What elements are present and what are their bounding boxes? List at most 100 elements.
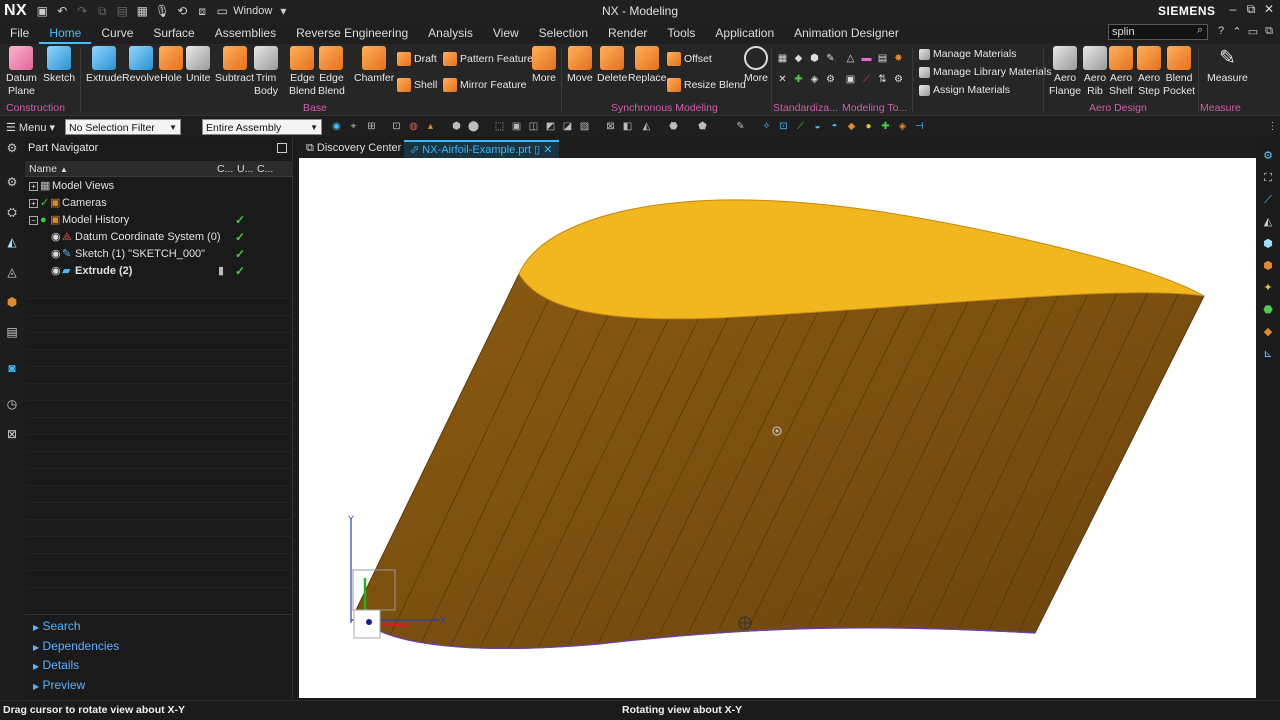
paste-icon[interactable]: ▤	[113, 2, 131, 20]
view-tool-icon[interactable]: ◫	[527, 120, 540, 133]
view-tool-icon[interactable]: ◩	[544, 120, 557, 133]
view-tool-icon[interactable]: ⬟	[696, 120, 709, 133]
tree-row-datum-csys[interactable]: ◉ ⟁ Datum Coordinate System (0) ✓	[25, 229, 293, 246]
tab-reverse-engineering[interactable]: Reverse Engineering	[286, 22, 418, 44]
tree-row-extrude[interactable]: ◉ ▰ Extrude (2) ▮ ✓	[25, 263, 293, 280]
modeling-tool-icon[interactable]: ▬	[861, 53, 872, 64]
selection-filter-dropdown[interactable]: No Selection Filter ▼	[65, 119, 181, 135]
collapse-ribbon-icon[interactable]: ⌃	[1230, 25, 1244, 39]
assembly-navigator-icon[interactable]: ⚙	[4, 174, 20, 190]
aero-flange-button[interactable]: Aero Flange	[1049, 46, 1081, 98]
sync-more-button[interactable]: More	[744, 46, 768, 85]
airfoil-model-view[interactable]: Y X	[299, 158, 1256, 698]
render-style-icon[interactable]: ⬢	[1260, 236, 1276, 252]
replace-face-button[interactable]: Replace	[628, 46, 667, 85]
view-tool-icon[interactable]: ▣	[510, 120, 523, 133]
material-view-icon[interactable]: ⬢	[1260, 258, 1276, 274]
part-navigator-icon[interactable]: ◭	[4, 234, 20, 250]
reuse-library-icon[interactable]: ◬	[4, 264, 20, 280]
modeling-tool-icon[interactable]: ✸	[893, 53, 904, 64]
view-tool-icon[interactable]: ⬣	[667, 120, 680, 133]
tab-surface[interactable]: Surface	[143, 22, 204, 44]
tree-row-sketch[interactable]: ◉ ✎ Sketch (1) "SKETCH_000" ✓	[25, 246, 293, 263]
window-icon[interactable]: ▭	[213, 2, 231, 20]
close-icon[interactable]: ✕	[1260, 2, 1278, 20]
undo-icon[interactable]: ↶	[53, 2, 71, 20]
snap-point-icon[interactable]: ✚	[879, 120, 892, 133]
offset-region-button[interactable]: Offset	[667, 52, 712, 66]
assign-materials-button[interactable]: Assign Materials	[919, 84, 1010, 96]
details-section[interactable]: ▶ Details	[33, 658, 79, 672]
hole-button[interactable]: Hole	[159, 46, 183, 85]
tree-row-model-views[interactable]: + ▦ Model Views	[25, 178, 293, 195]
move-face-button[interactable]: Move	[567, 46, 593, 85]
tab-curve[interactable]: Curve	[91, 22, 143, 44]
customize-quick-access-icon[interactable]: ▾	[274, 2, 292, 20]
snap-icon[interactable]: ⬣	[1260, 302, 1276, 318]
tab-options-icon[interactable]: ▯	[534, 144, 540, 156]
snap-point-icon[interactable]: ⊡	[777, 120, 790, 133]
tab-airfoil-part[interactable]: ⬀ NX-Airfoil-Example.prt ▯ ✕	[404, 140, 559, 158]
standardize-tool-icon[interactable]: ✕	[777, 74, 788, 85]
tab-tools[interactable]: Tools	[657, 22, 705, 44]
modeling-tool-icon[interactable]: ▣	[845, 74, 856, 85]
graphics-window[interactable]: Y X	[299, 158, 1256, 698]
select-tool-icon[interactable]: ⌖	[347, 120, 360, 133]
snap-point-icon[interactable]: ⟋	[794, 120, 807, 133]
standardize-tool-icon[interactable]: ✚	[793, 74, 804, 85]
tab-home[interactable]: Home	[39, 22, 92, 44]
search-icon[interactable]: ⌕	[1192, 24, 1208, 40]
draft-button[interactable]: Draft	[397, 52, 437, 66]
visibility-eye-icon[interactable]: ◉	[51, 229, 61, 246]
edge-blend-button[interactable]: Edge Blend	[289, 46, 316, 98]
tab-analysis[interactable]: Analysis	[418, 22, 483, 44]
tab-render[interactable]: Render	[598, 22, 657, 44]
toolbar-overflow-icon[interactable]: ⋮	[1266, 120, 1279, 133]
base-more-button[interactable]: More	[532, 46, 556, 85]
search-section[interactable]: ▶ Search	[33, 619, 81, 633]
tab-animation-designer[interactable]: Animation Designer	[784, 22, 909, 44]
snap-icon[interactable]: ⬤	[467, 120, 480, 133]
minimize-icon[interactable]: –	[1224, 2, 1242, 20]
view-tool-icon[interactable]: ◭	[640, 120, 653, 133]
datum-plane-button[interactable]: Datum Plane	[6, 46, 37, 98]
history-clock-icon[interactable]: ◷	[4, 396, 20, 412]
tree-row-model-history[interactable]: − ● ▣ Model History ✓	[25, 212, 293, 229]
tree-row-cameras[interactable]: + ✓ ▣ Cameras	[25, 195, 293, 212]
aero-step-button[interactable]: Aero Step	[1137, 46, 1161, 98]
touch-mode-icon[interactable]: ▦	[133, 2, 151, 20]
repeat-command-icon[interactable]: ⟲	[173, 2, 191, 20]
restore-icon[interactable]: ⧉	[1242, 2, 1260, 20]
window-menu[interactable]: Window	[233, 5, 272, 17]
modeling-tool-icon[interactable]: ⚙	[893, 74, 904, 85]
standardize-tool-icon[interactable]: ▦	[777, 53, 788, 64]
modeling-tool-icon[interactable]: ⟋	[861, 74, 872, 85]
view-tool-icon[interactable]: ◧	[621, 120, 634, 133]
window-split-icon[interactable]: ▭	[1246, 25, 1260, 39]
measure-button[interactable]: ✎ Measure	[1207, 46, 1248, 85]
snap-point-icon[interactable]: ⊣	[913, 120, 926, 133]
wcs-icon[interactable]: ⊾	[1260, 346, 1276, 362]
tab-view[interactable]: View	[483, 22, 529, 44]
column-comment[interactable]: C...	[257, 163, 273, 175]
modeling-tool-icon[interactable]: △	[845, 53, 856, 64]
snap-point-icon[interactable]: ◓	[828, 120, 841, 133]
shell-button[interactable]: Shell	[397, 78, 437, 92]
snap-icon[interactable]: ⬢	[450, 120, 463, 133]
highlight-icon[interactable]: ✦	[1260, 280, 1276, 296]
snap-icon[interactable]: ▴	[424, 120, 437, 133]
standardize-tool-icon[interactable]: ◈	[809, 74, 820, 85]
select-tool-icon[interactable]: ⊡	[390, 120, 403, 133]
view-tool-icon[interactable]: ◪	[561, 120, 574, 133]
standardize-tool-icon[interactable]: ⬢	[809, 53, 820, 64]
tab-selection[interactable]: Selection	[529, 22, 598, 44]
aero-shelf-button[interactable]: Aero Shelf	[1109, 46, 1133, 98]
manage-library-materials-button[interactable]: Manage Library Materials	[919, 66, 1051, 78]
subtract-button[interactable]: Subtract	[215, 46, 254, 85]
system-materials-icon[interactable]: ◙	[4, 360, 20, 376]
tab-file[interactable]: File	[0, 22, 39, 44]
column-name[interactable]: Name ▲	[29, 163, 68, 175]
tab-discovery-center[interactable]: ⧉ Discovery Center	[300, 140, 407, 158]
fit-view-icon[interactable]: ⛶	[1260, 170, 1276, 186]
sketch-button[interactable]: Sketch	[43, 46, 75, 85]
